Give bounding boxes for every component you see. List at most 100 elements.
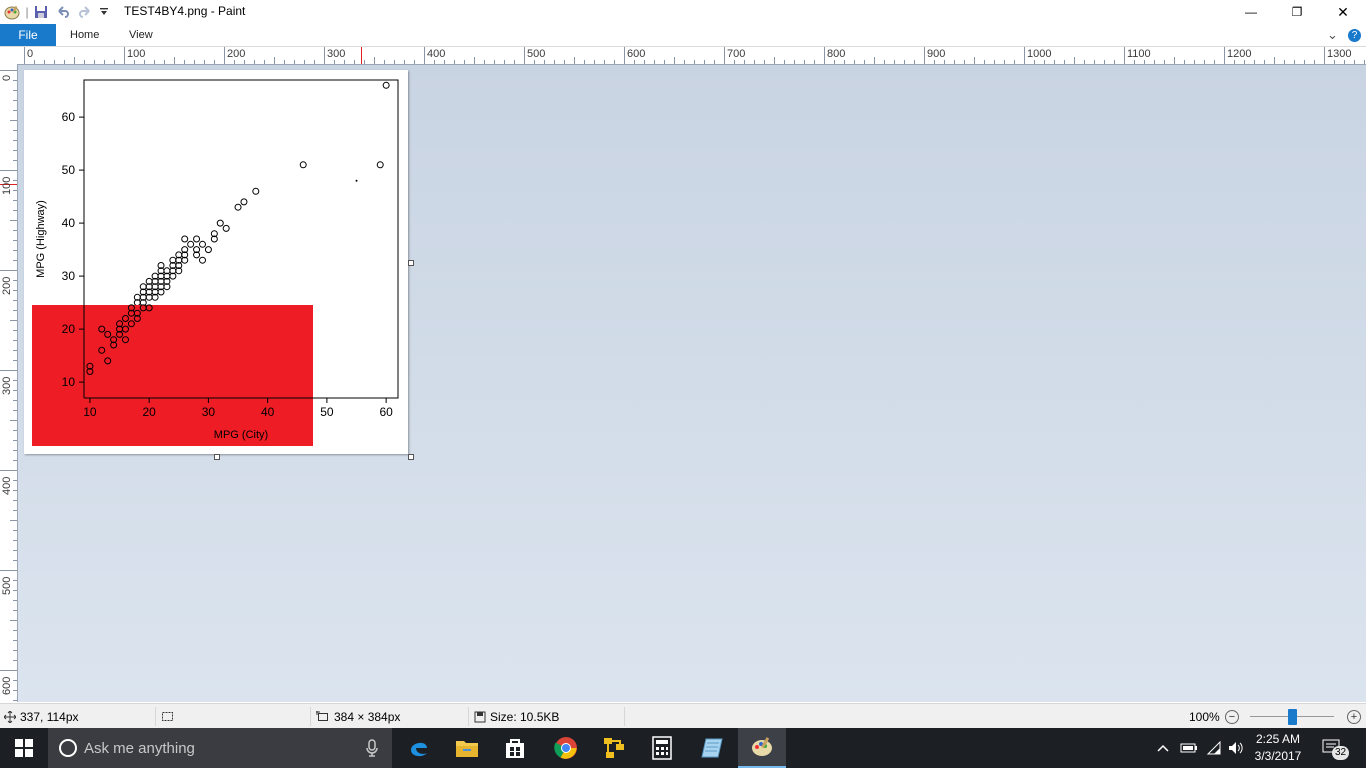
action-center-button[interactable]: 32 (1322, 728, 1350, 768)
selection-size (161, 704, 175, 729)
ruler-left-label: 500 (1, 576, 13, 595)
y-axis-label: MPG (Highway) (35, 200, 47, 278)
zoom-level: 100% (1189, 709, 1220, 724)
taskbar-chrome-icon[interactable] (542, 728, 590, 768)
y-tick-label: 50 (62, 163, 76, 177)
ruler-left-label: 400 (1, 476, 13, 495)
system-clock[interactable]: 2:25 AM 3/3/2017 (1246, 731, 1310, 765)
ruler-top-label: 900 (927, 48, 946, 60)
zoom-in-button[interactable]: + (1347, 710, 1361, 724)
help-icon-glyph: ? (1348, 28, 1361, 42)
taskbar-calculator-icon[interactable] (638, 728, 686, 768)
y-tick-label-over-red: 10 (62, 375, 76, 389)
x-tick-label-over-red: 10 (83, 405, 97, 419)
data-point (193, 235, 201, 243)
ruler-top-label: 500 (527, 48, 546, 60)
x-tick-label: 60 (379, 405, 393, 419)
disk-icon (474, 711, 486, 722)
separator (310, 707, 311, 726)
y-tick-label: 30 (62, 269, 76, 283)
taskbar-notes-icon[interactable] (688, 728, 736, 768)
cortana-search-box[interactable]: Ask me anything (48, 728, 392, 768)
save-icon[interactable] (33, 4, 49, 20)
cortana-icon (59, 739, 77, 757)
resize-handle-bottom[interactable] (214, 454, 220, 460)
cursor-position-text: 337, 114px (20, 709, 79, 724)
selection-icon (162, 711, 173, 721)
ruler-top-label: 1300 (1327, 48, 1352, 60)
battery-status[interactable] (1180, 728, 1198, 768)
y-tick-label: 60 (62, 110, 76, 124)
resize-handle-right[interactable] (408, 260, 414, 266)
x-tick-label-over-red: 30 (202, 405, 216, 419)
zoom-out-button[interactable]: − (1225, 710, 1239, 724)
scatter-plot-image: 102030405060102030405060MPG (Highway)102… (32, 79, 399, 446)
start-button[interactable] (0, 728, 48, 768)
title-bar: | TEST4BY4.png - Paint — ❐ ✕ (0, 0, 1366, 24)
speaker-icon (1229, 742, 1243, 754)
ruler-top-label: 600 (627, 48, 646, 60)
crosshair-icon (4, 710, 16, 723)
data-point-small (355, 179, 358, 182)
undo-icon[interactable] (55, 4, 71, 20)
chevron-up-icon (1157, 744, 1169, 752)
x-tick-label: 50 (320, 405, 334, 419)
image-size-icon (316, 710, 328, 721)
show-hidden-icons[interactable] (1157, 728, 1169, 768)
paint-palette-icon (752, 737, 772, 756)
file-size-text: Size: 10.5KB (490, 709, 560, 724)
clock-date: 3/3/2017 (1254, 749, 1302, 763)
taskbar-edge-icon[interactable] (395, 728, 443, 768)
data-point (204, 246, 212, 254)
y-tick-label-over-red: 20 (62, 322, 76, 336)
taskbar-paint-icon[interactable] (738, 728, 786, 768)
redo-icon[interactable] (77, 4, 93, 20)
customize-quick-access-icon[interactable] (98, 4, 110, 20)
network-diagram-icon (604, 738, 624, 758)
separator (155, 707, 156, 726)
window-title: TEST4BY4.png - Paint (124, 4, 246, 18)
x-tick-label-over-red: 20 (142, 405, 156, 419)
ruler-left-label: 600 (1, 676, 13, 695)
ruler-top-label: 0 (27, 48, 34, 60)
data-point (252, 187, 260, 195)
ribbon-tabs: File Home View ⌄ ? (0, 24, 1366, 47)
search-placeholder: Ask me anything (84, 739, 195, 757)
image-canvas[interactable]: 102030405060102030405060MPG (Highway)102… (24, 70, 408, 454)
wifi-status[interactable] (1206, 728, 1222, 768)
data-point (181, 235, 189, 243)
taskbar-store-icon[interactable] (491, 728, 539, 768)
separator: | (25, 5, 29, 19)
close-button[interactable]: ✕ (1320, 0, 1366, 24)
ruler-top-label: 700 (727, 48, 746, 60)
status-bar: 337, 114px 384 × 384px Size: 10.5KB 100%… (0, 703, 1366, 729)
resize-handle-corner[interactable] (408, 454, 414, 460)
taskbar-file-explorer-icon[interactable] (443, 728, 491, 768)
taskbar-network-app-icon[interactable] (590, 728, 638, 768)
cursor-position: 337, 114px (4, 704, 79, 729)
volume-control[interactable] (1228, 728, 1244, 768)
data-point (240, 198, 248, 206)
tab-home[interactable]: Home (70, 24, 99, 46)
ruler-top-label: 100 (127, 48, 146, 60)
wifi-icon (1206, 741, 1221, 755)
minimize-button[interactable]: — (1228, 0, 1274, 24)
x-tick-label-over-red: 40 (261, 405, 275, 419)
separator (624, 707, 625, 726)
image-dimensions-text: 384 × 384px (334, 709, 401, 724)
ruler-left-label: 0 (1, 74, 13, 81)
folder-icon (456, 741, 478, 757)
ribbon-collapse-icon[interactable]: ⌄ (1327, 24, 1338, 46)
maximize-button[interactable]: ❐ (1274, 0, 1320, 24)
tab-file[interactable]: File (0, 24, 56, 46)
separator (468, 707, 469, 726)
paint-app-icon[interactable] (3, 4, 21, 20)
data-point (216, 219, 224, 227)
data-point (187, 240, 195, 248)
help-icon[interactable]: ? (1348, 24, 1361, 46)
tab-view[interactable]: View (129, 24, 153, 46)
microphone-icon[interactable] (366, 739, 378, 757)
zoom-slider-thumb[interactable] (1288, 709, 1297, 725)
ruler-left-label: 300 (1, 376, 13, 395)
y-tick-label: 40 (62, 216, 76, 230)
